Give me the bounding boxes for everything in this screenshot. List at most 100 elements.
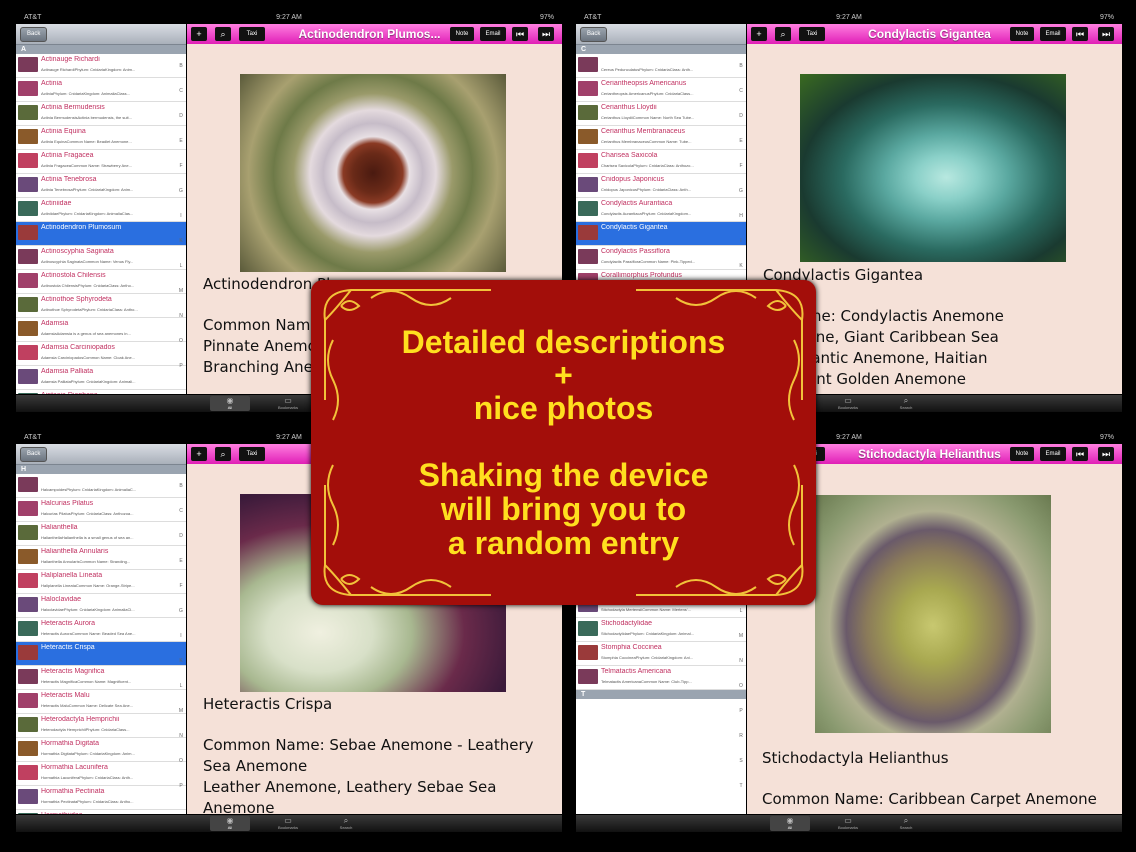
- search-icon[interactable]: ⌕: [215, 447, 231, 461]
- tab-all[interactable]: ◉All: [770, 816, 810, 831]
- section-index[interactable]: BCDEFGIKLMNOP: [176, 54, 186, 384]
- list-item[interactable]: Actinia ActiniaPhylum: CnidariaKingdom: A…: [16, 78, 186, 102]
- search-icon[interactable]: ⌕: [215, 27, 231, 41]
- list-item-subtitle: Charisea SaxicolaPhylum: CnidariaClass: …: [601, 163, 694, 168]
- list-item[interactable]: Actinia Fragacea Actinia FragaceaCommon N…: [16, 150, 186, 174]
- list-item[interactable]: Adamsia Palliata Adamsia PalliataPhylum: …: [16, 366, 186, 390]
- previous-icon[interactable]: ⏮: [1072, 447, 1088, 461]
- list-item[interactable]: Condylactis Passiflora Condylactis Passif…: [576, 246, 746, 270]
- list-item[interactable]: Heteractis Malu Heteractis MaluCommon Nam…: [16, 690, 186, 714]
- list-item[interactable]: HalcampoidesPhylum: CnidariaKingdom: Ani…: [16, 474, 186, 498]
- list-item[interactable]: Cerianthus Membranaceus Cerianthus Membra…: [576, 126, 746, 150]
- entry-list[interactable]: Back H HalcampoidesPhylum: CnidariaKingd…: [16, 444, 186, 814]
- list-item[interactable]: Actiniidae ActiniidaePhylum: CnidariaKing…: [16, 198, 186, 222]
- tab-bookmarks[interactable]: ▭ Bookmarks: [268, 816, 308, 831]
- list-item[interactable]: Actinia Tenebrosa Actinia TenebrosaPhylum…: [16, 174, 186, 198]
- previous-icon[interactable]: ⏮: [1072, 27, 1088, 41]
- list-item[interactable]: Actinia Bermudensis Actinia BermudensisAc…: [16, 102, 186, 126]
- section-index[interactable]: BCDEFGIKLMNOP: [176, 474, 186, 804]
- list-item[interactable]: Cereus PedunculatusPhylum: CnidariaClass…: [576, 54, 746, 78]
- list-item[interactable]: Actinia Equina Actinia EquinaCommon Name:…: [16, 126, 186, 150]
- list-item[interactable]: Ceriantheopsis Americanus Ceriantheopsis …: [576, 78, 746, 102]
- list-item-title: Halianthella Annularis: [41, 548, 109, 555]
- list-item[interactable]: Hormathia Pectinata Hormathia PectinataPh…: [16, 786, 186, 810]
- taxi-button[interactable]: Taxi: [799, 27, 825, 41]
- list-item-subtitle: Actinia TenebrosaPhylum: CnidariaKingdom…: [41, 187, 134, 192]
- list-item[interactable]: Adamsia Carciniopados Adamsia Carciniopad…: [16, 342, 186, 366]
- list-item[interactable]: Heteractis Crispa: [16, 642, 186, 666]
- thumbnail: [18, 693, 38, 708]
- thumbnail: [18, 249, 38, 264]
- tab-all[interactable]: ◉All: [210, 396, 250, 411]
- list-item[interactable]: Actinauge Richardi Actinauge RichardiPhyl…: [16, 54, 186, 78]
- list-item[interactable]: Actinothoe Sphyrodeta Actinothoe Sphyrode…: [16, 294, 186, 318]
- list-item[interactable]: Actinostola Chilensis Actinostola Chilens…: [16, 270, 186, 294]
- list-item[interactable]: Actinoscyphia Saginata Actinoscyphia Sagi…: [16, 246, 186, 270]
- thumbnail: [578, 225, 598, 240]
- previous-icon[interactable]: ⏮: [512, 27, 528, 41]
- list-item[interactable]: Hormathia Lacunifera Hormathia Lacunifera…: [16, 762, 186, 786]
- list-item-title: Heteractis Magnifica: [41, 668, 105, 675]
- list-item[interactable]: Heterodactyla Hemprichii Heterodactyla He…: [16, 714, 186, 738]
- list-item[interactable]: Haloclavidae HaloclavidaePhylum: Cnidaria…: [16, 594, 186, 618]
- add-button[interactable]: +: [191, 27, 207, 41]
- tab-search[interactable]: ⌕Search: [886, 816, 926, 831]
- taxi-button[interactable]: Taxi: [239, 447, 265, 461]
- list-item[interactable]: HormathiidaeHormathiidaePhylum: Cnidaria…: [16, 810, 186, 814]
- tab-all[interactable]: ◉All: [210, 816, 250, 831]
- list-item-title: Condylactis Aurantiaca: [601, 200, 673, 207]
- list-item[interactable]: Cnidopus Japonicus Cnidopus JaponicusPhyl…: [576, 174, 746, 198]
- list-toolbar: Back: [16, 444, 186, 465]
- add-button[interactable]: +: [751, 27, 767, 41]
- list-item[interactable]: Stomphia Coccinea Stomphia CoccineaPhylum…: [576, 642, 746, 666]
- entry-title: Condylactis Gigantea: [868, 27, 991, 41]
- add-button[interactable]: +: [191, 447, 207, 461]
- email-button[interactable]: Email: [480, 27, 506, 41]
- next-icon[interactable]: ⏭: [1098, 447, 1114, 461]
- back-button[interactable]: Back: [20, 27, 48, 42]
- tab-search[interactable]: ⌕Search: [886, 396, 926, 411]
- thumbnail: [18, 153, 38, 168]
- list-item[interactable]: Condylactis Gigantea: [576, 222, 746, 246]
- list-item-title: Ceriantheopsis Americanus: [601, 80, 687, 87]
- list-item-title: Hormathia Digitata: [41, 740, 99, 747]
- list-item-subtitle: Actinauge RichardiPhylum: CnidariaKingdo…: [41, 67, 136, 72]
- list-item[interactable]: Telmatactis Americana Telmatactis America…: [576, 666, 746, 690]
- list-item-subtitle: ActiniidaePhylum: CnidariaKingdom: Anima…: [41, 211, 134, 216]
- list-item[interactable]: Aiptasia Diaphana: [16, 390, 186, 394]
- next-icon[interactable]: ⏭: [538, 27, 554, 41]
- list-item[interactable]: Charisea Saxicola Charisea SaxicolaPhylum…: [576, 150, 746, 174]
- next-icon[interactable]: ⏭: [1098, 27, 1114, 41]
- note-button[interactable]: Note: [450, 27, 474, 41]
- list-item[interactable]: Heteractis Aurora Heteractis AuroraCommon…: [16, 618, 186, 642]
- entry-description: Common Name: Sebae Anemone - Leathery Se…: [203, 736, 534, 814]
- email-button[interactable]: Email: [1040, 447, 1066, 461]
- list-item[interactable]: Cerianthus Lloydii Cerianthus LloydiiComm…: [576, 102, 746, 126]
- list-item-subtitle: Cereus PedunculatusPhylum: CnidariaClass…: [601, 67, 694, 72]
- tab-bookmarks[interactable]: ▭ Bookmarks: [828, 396, 868, 411]
- list-item-title: Adamsia Carciniopados: [41, 344, 115, 351]
- list-item[interactable]: Adamsia AdamsiaAdamsia is a genus of sea …: [16, 318, 186, 342]
- thumbnail: [18, 717, 38, 732]
- list-item[interactable]: Hormathia Digitata Hormathia DigitataPhyl…: [16, 738, 186, 762]
- detail-toolbar: + ⌕ Taxi Actinodendron Plumos... Note Em…: [187, 24, 562, 44]
- list-item[interactable]: Haliplanella Lineata Haliplanella Lineata…: [16, 570, 186, 594]
- list-item[interactable]: Halianthella HalianthellaHalianthella is …: [16, 522, 186, 546]
- list-item[interactable]: Actinodendron Plumosum: [16, 222, 186, 246]
- back-button[interactable]: Back: [580, 27, 608, 42]
- tab-search[interactable]: ⌕Search: [326, 816, 366, 831]
- tab-bookmarks[interactable]: ▭ Bookmarks: [828, 816, 868, 831]
- list-item[interactable]: Halianthella Annularis Halianthella Annul…: [16, 546, 186, 570]
- list-item[interactable]: Halcurias Pilatus Halcurias PilatusPhylum…: [16, 498, 186, 522]
- back-button[interactable]: Back: [20, 447, 48, 462]
- email-button[interactable]: Email: [1040, 27, 1066, 41]
- note-button[interactable]: Note: [1010, 27, 1034, 41]
- list-item[interactable]: Heteractis Magnifica Heteractis Magnifica…: [16, 666, 186, 690]
- entry-list[interactable]: Back A Actinauge Richardi Actinauge Richa…: [16, 24, 186, 394]
- search-icon[interactable]: ⌕: [775, 27, 791, 41]
- taxi-button[interactable]: Taxi: [239, 27, 265, 41]
- list-item[interactable]: Condylactis Aurantiaca Condylactis Aurant…: [576, 198, 746, 222]
- note-button[interactable]: Note: [1010, 447, 1034, 461]
- list-item[interactable]: Stichodactylidae StichodactylidaePhylum: …: [576, 618, 746, 642]
- tab-bookmarks[interactable]: ▭ Bookmarks: [268, 396, 308, 411]
